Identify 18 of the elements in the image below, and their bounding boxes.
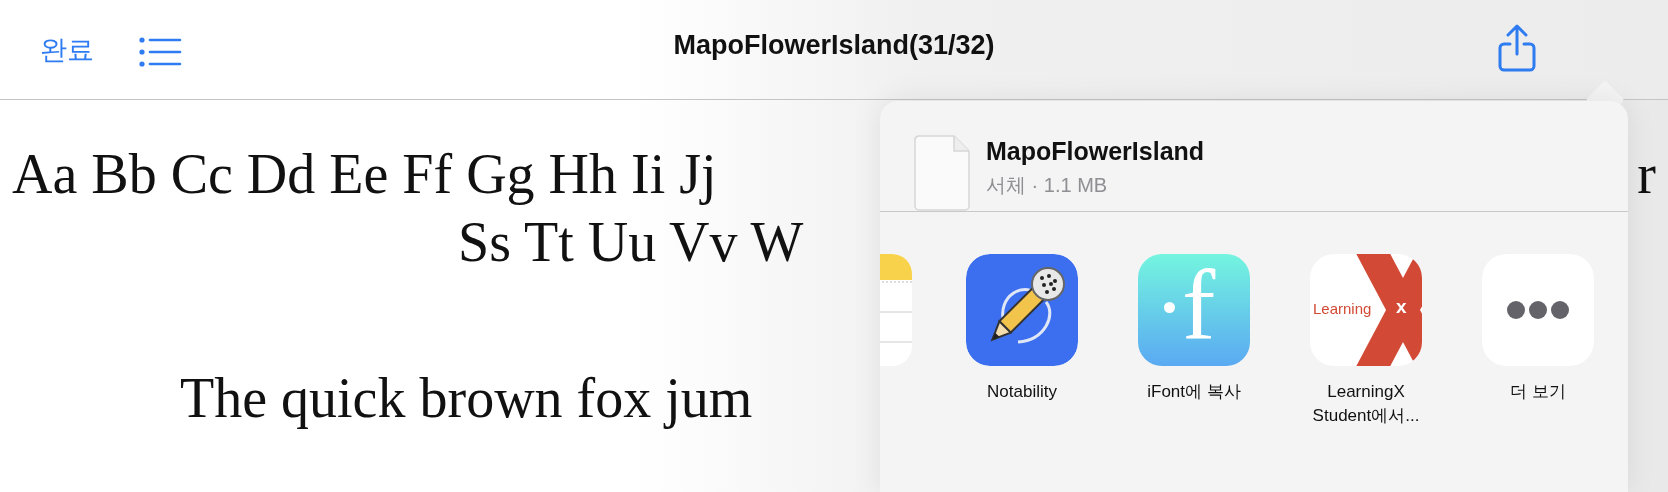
share-icon[interactable] bbox=[1498, 24, 1536, 72]
file-info: 서체 · 1.1 MB bbox=[986, 173, 1109, 198]
app-label: iFont에 복사 bbox=[1146, 381, 1242, 403]
sample-text: r bbox=[1637, 142, 1656, 206]
app-label: Notability bbox=[986, 381, 1058, 403]
more-icon[interactable] bbox=[1482, 254, 1594, 366]
app-label: LearningX Student에서... bbox=[1311, 381, 1421, 427]
sample-text: The quick brown fox jum bbox=[180, 367, 753, 429]
app-icon[interactable]: Learning x bbox=[1310, 254, 1422, 366]
sample-text: Aa Bb Cc Dd Ee Ff Gg Hh Ii Jj bbox=[12, 142, 717, 206]
pencil-microphone-icon[interactable] bbox=[966, 254, 1078, 366]
list-icon[interactable] bbox=[138, 35, 182, 68]
document-icon bbox=[914, 135, 970, 211]
app-label: 더 보기 bbox=[1509, 381, 1567, 403]
window-title: MapoFlowerIsland(31/32) bbox=[673, 30, 995, 61]
sample-text: Ss Tt Uu Vv W bbox=[458, 211, 804, 273]
file-name: MapoFlowerIsland bbox=[986, 137, 1205, 166]
done-button[interactable]: 완료 bbox=[40, 31, 94, 68]
